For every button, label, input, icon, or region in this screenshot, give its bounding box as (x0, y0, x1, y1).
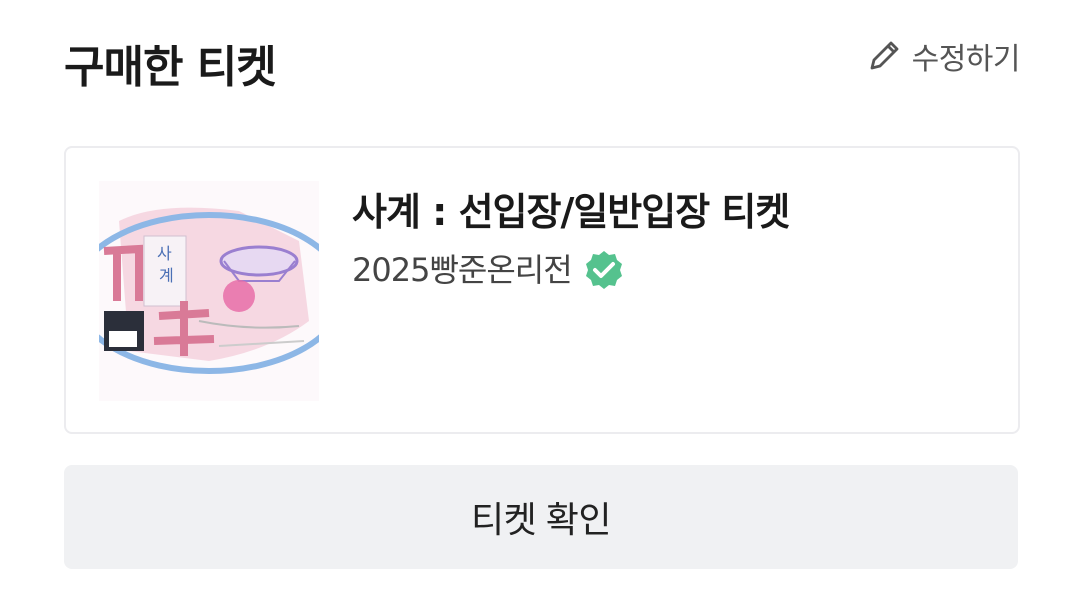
pencil-icon (864, 36, 904, 76)
ticket-title: 사계 : 선입장/일반입장 티켓 (352, 190, 790, 234)
seller-row: 2025빵준온리전 (352, 248, 998, 292)
seller-name: 2025빵준온리전 (352, 251, 573, 289)
thumbnail-text-1: 사 (157, 244, 172, 263)
edit-label: 수정하기 (911, 42, 1021, 77)
edit-button[interactable]: 수정하기 (864, 36, 1021, 77)
header: 구매한 티켓 수정하기 (64, 36, 1021, 100)
ticket-card[interactable]: 사 계 사계 : 선입장/일반입장 티켓 2025빵준온리전 (64, 146, 1020, 434)
ticket-confirm-label: 티켓 확인 (471, 499, 611, 540)
ticket-thumbnail: 사 계 (99, 181, 319, 401)
page-title: 구매한 티켓 (64, 42, 277, 93)
thumbnail-text-2: 계 (159, 266, 174, 285)
verified-badge-icon (582, 248, 626, 292)
ticket-confirm-button[interactable]: 티켓 확인 (64, 465, 1018, 569)
ticket-info: 사계 : 선입장/일반입장 티켓 2025빵준온리전 (352, 186, 998, 292)
